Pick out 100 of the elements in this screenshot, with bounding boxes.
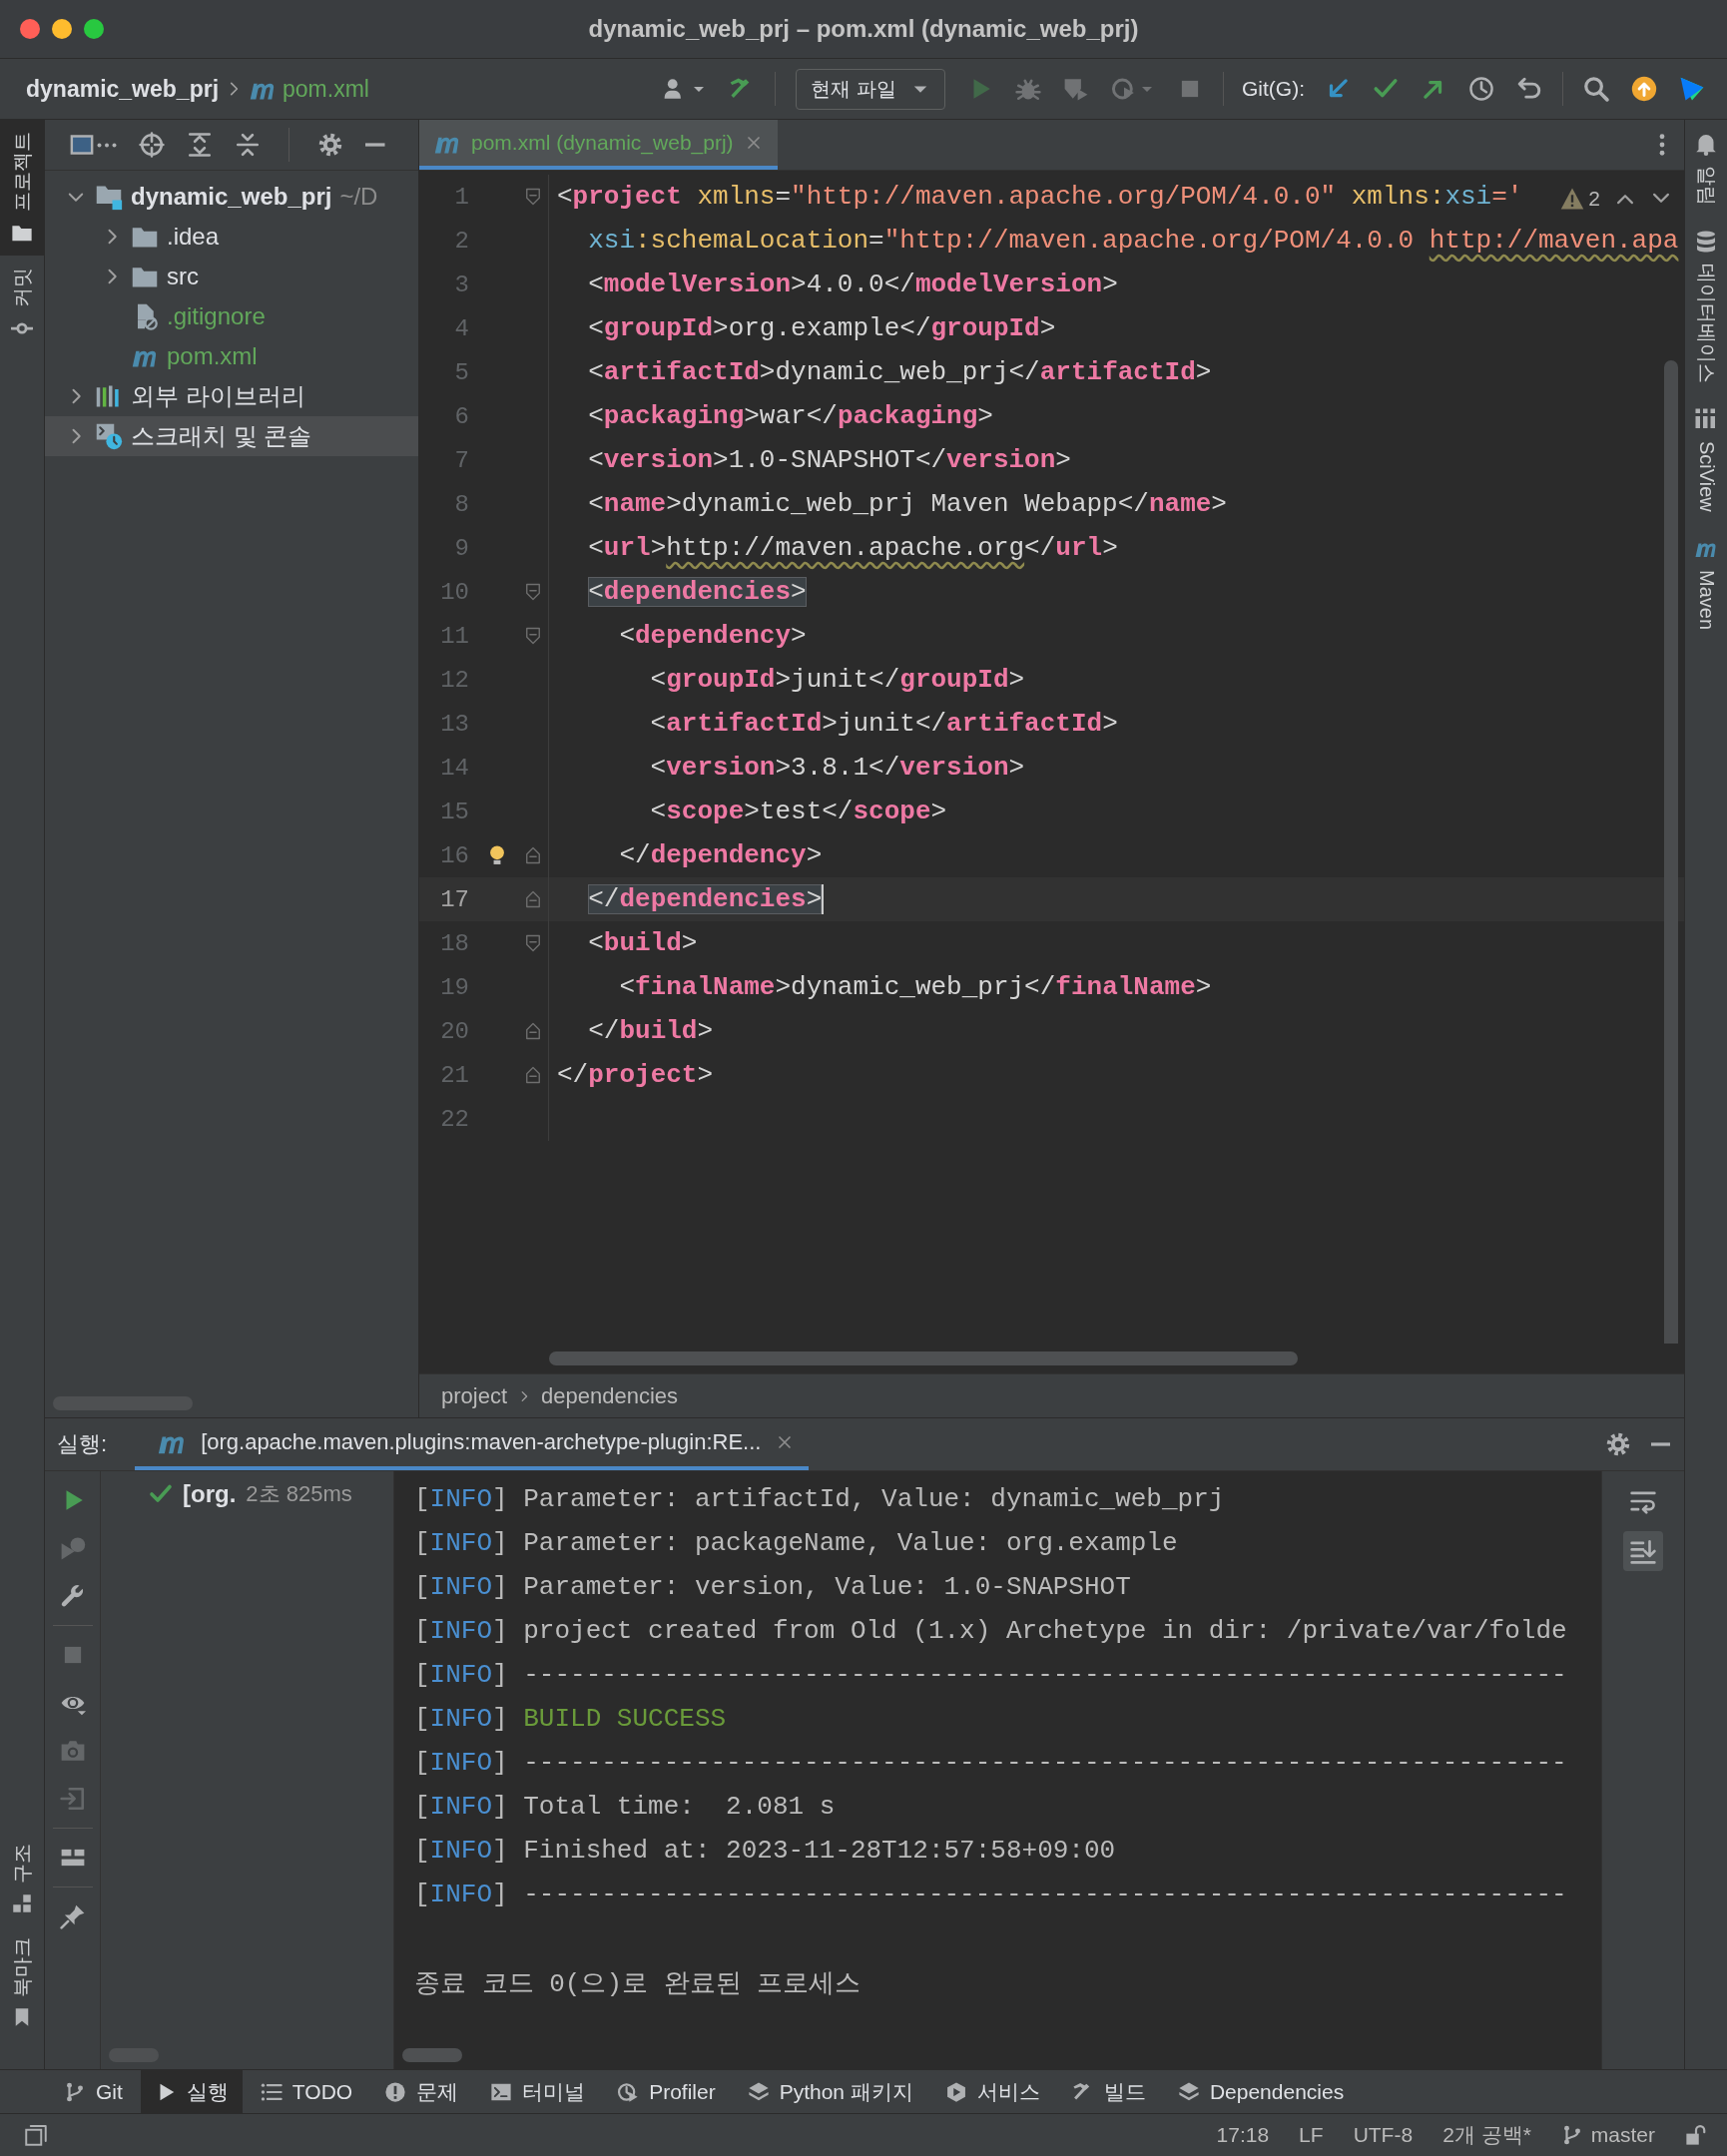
minimize-button[interactable] (365, 143, 385, 147)
settings-icon (317, 132, 343, 158)
panels-icon[interactable] (24, 2123, 48, 2147)
status-item[interactable]: 2개 공백* (1442, 2121, 1531, 2149)
tool-window-tab[interactable]: Git (50, 2070, 137, 2113)
layers-icon (1177, 2080, 1200, 2103)
scrollbar-thumb[interactable] (549, 1351, 1298, 1365)
fold-icon[interactable] (523, 1065, 543, 1085)
scroll-down-icon (1630, 1538, 1656, 1564)
tool-window-tab[interactable]: 문제 (370, 2070, 473, 2113)
window-title: dynamic_web_prj – pom.xml (dynamic_web_prj) (588, 15, 1139, 43)
breadcrumb-item[interactable]: dynamic_web_prj (26, 75, 220, 103)
code-line: <version>1.0-SNAPSHOT</version> (587, 445, 1071, 475)
crosshair-icon (139, 132, 165, 158)
tool-window-button[interactable]: SciView (1685, 395, 1727, 524)
tree-item[interactable]: dynamic_web_prj ~/D (45, 177, 418, 217)
tree-item[interactable]: 외부 라이브러리 (45, 376, 418, 416)
code-line: <groupId>org.example</groupId> (587, 313, 1056, 343)
tool-window-tab[interactable]: 서비스 (930, 2070, 1054, 2113)
window-close-button[interactable] (20, 19, 40, 39)
expand-all-button[interactable] (187, 132, 213, 158)
structure-icon (12, 1893, 32, 1913)
shield-icon (1063, 76, 1089, 102)
status-item[interactable]: UTF-8 (1353, 2123, 1414, 2147)
more-icon (97, 142, 117, 148)
tool-window-tab[interactable]: 터미널 (476, 2070, 600, 2113)
scrollbar-thumb[interactable] (1664, 360, 1678, 1344)
fold-icon[interactable] (523, 187, 543, 207)
window-button[interactable] (69, 132, 117, 158)
breadcrumb-item[interactable]: dependencies (541, 1382, 679, 1409)
status-item[interactable]: 17:18 (1216, 2123, 1270, 2147)
scrollbar-thumb[interactable] (402, 2048, 462, 2062)
tool-window-button[interactable]: 프로젝트 (0, 120, 44, 256)
tool-window-tab[interactable]: TODO (246, 2070, 367, 2113)
tool-window-tab[interactable]: 실행 (140, 2070, 243, 2113)
fold-icon[interactable] (523, 1021, 543, 1041)
tool-window-button[interactable]: 커밋 (0, 256, 44, 351)
scroll-to-end-button[interactable] (1623, 1531, 1663, 1571)
line-number: 4 (453, 314, 469, 342)
line-number: 2 (453, 227, 469, 255)
fold-icon[interactable] (523, 582, 543, 602)
console-line: [INFO] BUILD SUCCESS (414, 1703, 728, 1736)
pin-button[interactable] (59, 1903, 86, 1929)
warning-count[interactable]: 2 (1588, 187, 1600, 211)
tool-window-button[interactable]: 북마크 (0, 1925, 44, 2039)
line-number: 5 (453, 358, 469, 386)
code-line: </dependency> (618, 840, 823, 870)
code-line: <build> (587, 928, 698, 958)
fold-icon[interactable] (523, 626, 543, 646)
tool-window-tab[interactable]: Python 패키지 (733, 2070, 927, 2113)
lock-icon[interactable] (1685, 2124, 1707, 2146)
tree-item[interactable]: .idea (45, 217, 418, 257)
window-zoom-button[interactable] (84, 19, 104, 39)
fold-icon[interactable] (523, 933, 543, 953)
bell-icon (1694, 132, 1718, 156)
settings-button[interactable] (317, 132, 343, 158)
line-number: 18 (439, 929, 469, 957)
console-line: [INFO] Parameter: packageName, Value: org.example (414, 1527, 1179, 1560)
breadcrumb-item[interactable]: pom.xml (283, 75, 369, 103)
crosshair-button[interactable] (139, 132, 165, 158)
console-line: [INFO] project created from Old (1.x) Archetype in dir: /private/var/folde (414, 1615, 1568, 1648)
console-line: [INFO] ------------------------------------------------------------------- (414, 1747, 1568, 1780)
tree-item[interactable]: .gitignore (45, 296, 418, 336)
tool-window-button[interactable]: 알림 (1685, 120, 1727, 218)
run-config-dropdown[interactable]: 현재 파일 (796, 68, 945, 110)
profiler-icon (617, 2080, 640, 2103)
line-number: 6 (453, 402, 469, 430)
line-number: 13 (439, 710, 469, 738)
tool-window-button[interactable]: 구조 (0, 1832, 44, 1925)
minimize-icon[interactable] (1650, 1442, 1670, 1446)
breadcrumb-item[interactable]: project (441, 1382, 508, 1409)
tree-item[interactable]: 스크래치 및 콘솔 (45, 416, 418, 456)
tool-window-tab[interactable]: Profiler (603, 2070, 730, 2113)
collapse-all-button[interactable] (235, 132, 261, 158)
code-line: <groupId>junit</groupId> (649, 665, 1025, 695)
tool-window-button[interactable]: Maven (1685, 523, 1727, 642)
tree-item[interactable]: src (45, 257, 418, 296)
console-line: [INFO] ------------------------------------------------------------------- (414, 1879, 1568, 1911)
tree-item[interactable]: [org. 2초 825ms (101, 1471, 393, 1509)
tool-window-tab[interactable]: Dependencies (1163, 2070, 1359, 2113)
code-line: </project> (556, 1060, 714, 1090)
settings-icon[interactable] (1604, 1431, 1631, 1457)
code-line: <packaging>war</packaging> (587, 401, 993, 431)
window-minimize-button[interactable] (52, 19, 72, 39)
wrench-button[interactable] (59, 1583, 86, 1609)
branch-icon (64, 2080, 86, 2103)
status-item[interactable]: LF (1299, 2123, 1324, 2147)
git-branch[interactable]: master (1590, 2123, 1655, 2147)
git-label: Git(G): (1242, 77, 1305, 101)
panel-label: 실행: (56, 1430, 109, 1458)
window-icon (69, 132, 95, 158)
tree-item[interactable]: pom.xml (45, 336, 418, 376)
pin-icon (59, 1903, 86, 1929)
fold-icon[interactable] (523, 845, 543, 865)
tool-window-button[interactable]: 데이터베이스 (1685, 218, 1727, 395)
tool-window-tab[interactable]: 빌드 (1057, 2070, 1160, 2113)
scratch-icon (95, 422, 123, 450)
fold-icon[interactable] (523, 889, 543, 909)
line-number: 16 (439, 841, 469, 869)
import-icon (59, 1786, 86, 1812)
